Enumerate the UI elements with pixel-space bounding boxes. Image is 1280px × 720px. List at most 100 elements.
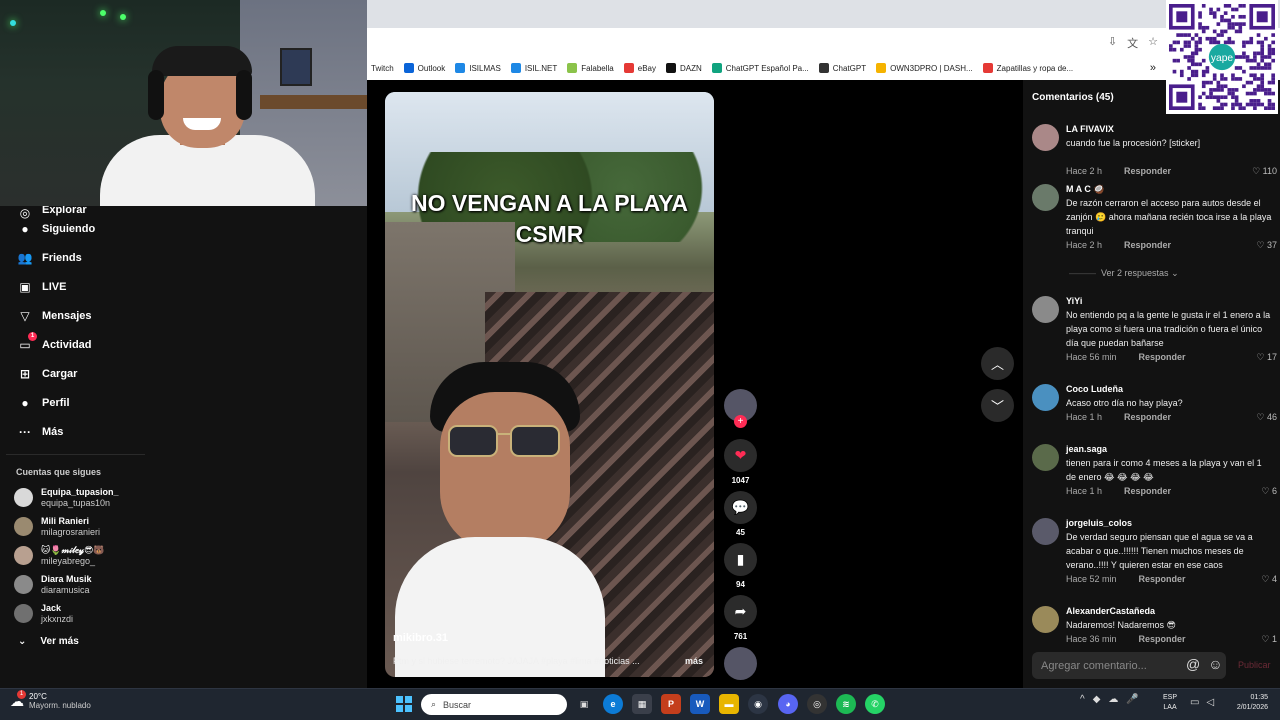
file-explorer-icon[interactable]: ▬	[719, 694, 739, 714]
edge-icon[interactable]: e	[603, 694, 623, 714]
comment-username[interactable]: LA FIVAVIX	[1066, 124, 1114, 134]
sidebar-item-mensajes[interactable]: ▽ Mensajes	[0, 301, 155, 330]
browser-address-bar[interactable]: ⇩ 文 ☆	[367, 28, 1280, 56]
discord-icon[interactable]: ◕	[778, 694, 798, 714]
bookmark-star-icon[interactable]: ☆	[1148, 35, 1158, 51]
comment-like-button[interactable]: ♡ 110	[1252, 166, 1277, 177]
comment-like-button[interactable]: ♡ 17	[1256, 352, 1277, 363]
bookmark-item[interactable]: Zapatillas y ropa de...	[982, 63, 1073, 73]
reply-button[interactable]: Responder	[1124, 412, 1171, 422]
sound-avatar-button[interactable]	[724, 647, 757, 680]
comment-like-button[interactable]: ♡ 37	[1256, 240, 1277, 251]
comment-username[interactable]: M A C 🥥	[1066, 184, 1105, 195]
more-description-link[interactable]: más	[685, 656, 703, 666]
sidebar-item-actividad[interactable]: ▭ 1 Actividad	[0, 330, 155, 359]
reply-button[interactable]: Responder	[1124, 166, 1171, 176]
network-icon[interactable]: ▭	[1190, 697, 1199, 708]
bookmark-item[interactable]: ISILMAS	[455, 63, 501, 73]
powerpoint-icon[interactable]: P	[661, 694, 681, 714]
bookmark-item[interactable]: DAZN	[665, 63, 702, 73]
tray-chevron-up-icon[interactable]: ^	[1080, 694, 1085, 705]
sidebar-item-ms[interactable]: ··· Más	[0, 417, 155, 446]
language-indicator[interactable]: ESP LAA	[1163, 693, 1177, 713]
bookmarks-overflow-icon[interactable]: »	[1150, 62, 1156, 74]
follow-plus-icon[interactable]: +	[734, 415, 747, 428]
reply-button[interactable]: Responder	[1124, 240, 1171, 250]
chrome-icon[interactable]: ◉	[748, 694, 768, 714]
bookmark-item[interactable]: OWN3DPRO | DASH...	[876, 63, 973, 73]
avatar[interactable]	[1032, 184, 1059, 211]
comment-username[interactable]: Coco Ludeña	[1066, 384, 1123, 394]
previous-video-button[interactable]: ︿	[981, 347, 1014, 380]
video-player[interactable]: NO VENGAN A LA PLAYA CSMR mikibro.31 Ptm…	[385, 92, 714, 677]
mention-icon[interactable]: @	[1186, 656, 1200, 672]
next-video-button[interactable]: ﹀	[981, 389, 1014, 422]
avatar[interactable]	[1032, 124, 1059, 151]
creator-avatar-button[interactable]: +	[724, 389, 757, 435]
comment-username[interactable]: jean.saga	[1066, 444, 1107, 454]
volume-icon[interactable]: ◁	[1206, 697, 1214, 708]
install-icon[interactable]: ⇩	[1108, 35, 1117, 51]
avatar[interactable]	[1032, 518, 1059, 545]
bookmark-item[interactable]: eBay	[623, 63, 656, 73]
comment-like-button[interactable]: ♡ 4	[1261, 574, 1277, 585]
comment-username[interactable]: YiYi	[1066, 296, 1082, 306]
whatsapp-icon[interactable]: ✆	[865, 694, 885, 714]
followed-account[interactable]: Mili Ranieri milagrosranieri	[0, 512, 155, 541]
microphone-icon[interactable]: 🎤	[1126, 694, 1138, 705]
bookmark-item[interactable]: Falabella	[567, 63, 614, 73]
reply-button[interactable]: Responder	[1139, 634, 1186, 644]
spotify-icon[interactable]: ≋	[836, 694, 856, 714]
comment-like-button[interactable]: ♡ 46	[1256, 412, 1277, 423]
translate-icon[interactable]: 文	[1127, 35, 1138, 51]
comment-username[interactable]: AlexanderCastañeda	[1066, 606, 1155, 616]
heart-outline-icon: ♡	[1261, 486, 1272, 496]
left-sidebar: ◎ Explorar ● Siguiendo 👥 Friends ▣ LIVE ▽ Mensaje…	[0, 204, 155, 688]
publish-button[interactable]: Publicar	[1238, 660, 1271, 670]
view-replies-button[interactable]: ——— Ver 2 respuestas ⌄	[1069, 268, 1179, 279]
weather-widget[interactable]: ☁ 1 20°C Mayorm. nublado	[10, 689, 91, 710]
followed-account[interactable]: Diara Musik diaramusica	[0, 570, 155, 599]
bookmark-item[interactable]: ISIL.NET	[510, 63, 557, 73]
sidebar-item-cargar[interactable]: ⊞ Cargar	[0, 359, 155, 388]
comment-text: Acaso otro día no hay playa?	[1066, 398, 1183, 408]
obs-icon[interactable]: ◎	[807, 694, 827, 714]
avatar	[14, 517, 33, 536]
comment-like-button[interactable]: ♡ 1	[1261, 634, 1277, 645]
avatar[interactable]	[1032, 606, 1059, 633]
bookmark-item[interactable]: Outlook	[403, 63, 445, 73]
sidebar-item-live[interactable]: ▣ LIVE	[0, 272, 155, 301]
followed-account[interactable]: Equipa_tupasion_ equipa_tupas10n	[0, 483, 155, 512]
word-icon[interactable]: W	[690, 694, 710, 714]
avatar[interactable]	[1032, 384, 1059, 411]
reply-button[interactable]: Responder	[1139, 574, 1186, 584]
avatar[interactable]	[1032, 444, 1059, 471]
tray-cloud-icon[interactable]: ☁	[1108, 694, 1118, 705]
windows-start-icon[interactable]	[396, 696, 412, 712]
comment-username[interactable]: jorgeluis_colos	[1066, 518, 1132, 528]
bookmark-item[interactable]: ChatGPT	[818, 63, 866, 73]
see-more-button[interactable]: ⌄ Ver más	[0, 628, 155, 654]
taskbar-search[interactable]: ⌕ Buscar	[421, 694, 567, 715]
comment-like-button[interactable]: ♡ 6	[1261, 486, 1277, 497]
followed-account[interactable]: Jack jxkxnzdi	[0, 599, 155, 628]
comment-button[interactable]: 💬 45	[724, 491, 757, 537]
save-button[interactable]: ▮ 94	[724, 543, 757, 589]
followed-account[interactable]: 🐱🌷𝓂𝒾𝓁𝑒𝓎😎🐻 mileyabrego_	[0, 541, 155, 570]
like-button[interactable]: ❤ 1047	[724, 439, 757, 485]
video-author[interactable]: mikibro.31	[393, 632, 448, 644]
bookmark-item[interactable]: ChatGPT Español Pa...	[711, 63, 809, 73]
taskbar-clock[interactable]: 01:35 2/01/2026	[1226, 693, 1268, 713]
emoji-icon[interactable]: ☺	[1208, 656, 1222, 672]
reply-button[interactable]: Responder	[1124, 486, 1171, 496]
store-icon[interactable]: ▦	[632, 694, 652, 714]
tray-app-icon[interactable]: ◆	[1093, 694, 1101, 705]
share-button[interactable]: ➦ 761	[724, 595, 757, 641]
reply-button[interactable]: Responder	[1139, 352, 1186, 362]
following-title: Cuentas que sigues	[6, 454, 145, 483]
sidebar-item-perfil[interactable]: ● Perfil	[0, 388, 155, 417]
task-view-icon[interactable]: ▣	[574, 694, 594, 714]
bookmark-item[interactable]: Twitch	[371, 64, 394, 73]
sidebar-item-friends[interactable]: 👥 Friends	[0, 243, 155, 272]
avatar[interactable]	[1032, 296, 1059, 323]
